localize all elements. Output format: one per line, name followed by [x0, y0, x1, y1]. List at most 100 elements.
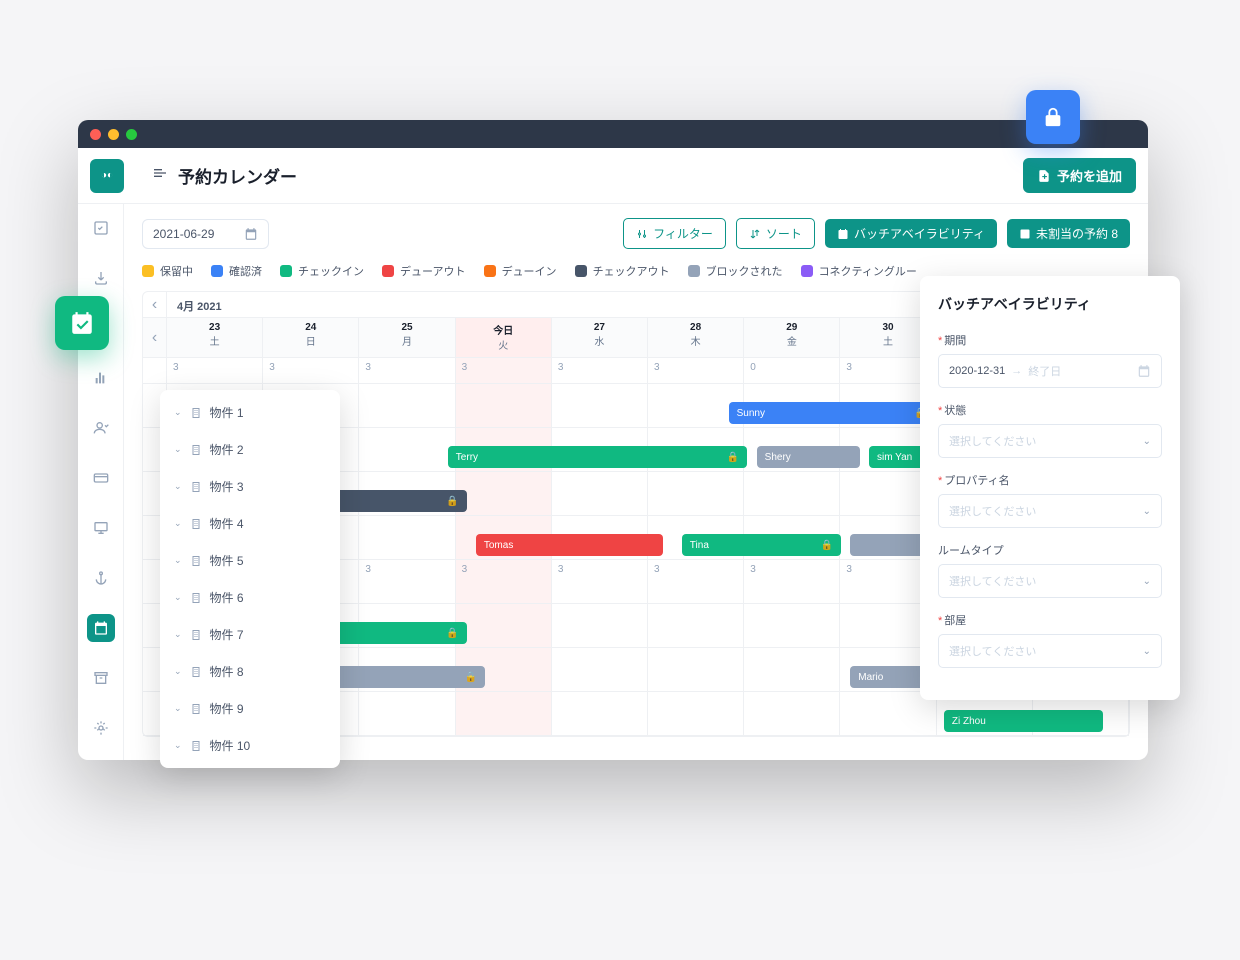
calendar-cell[interactable]: [359, 692, 455, 735]
calendar-cell[interactable]: [456, 384, 552, 427]
menu-toggle-icon[interactable]: [152, 165, 168, 186]
calendar-cell[interactable]: 3: [456, 560, 552, 603]
day-header[interactable]: 28木: [648, 318, 744, 357]
sidebar-item-dashboard[interactable]: [87, 214, 115, 242]
booking-bar[interactable]: Zi Zhou: [944, 710, 1103, 732]
count-cell: 3: [648, 358, 744, 383]
calendar-cell[interactable]: [456, 472, 552, 515]
property-item[interactable]: ⌄物件 9: [160, 690, 340, 727]
calendar-cell[interactable]: [552, 648, 648, 691]
calendar-cell[interactable]: [359, 516, 455, 559]
property-item[interactable]: ⌄物件 2: [160, 431, 340, 468]
booking-bar[interactable]: Tomas: [476, 534, 663, 556]
sidebar-item-anchor[interactable]: [87, 564, 115, 592]
sort-button[interactable]: ソート: [736, 218, 815, 249]
calendar-cell[interactable]: 3: [744, 560, 840, 603]
sidebar-item-payments[interactable]: [87, 464, 115, 492]
property-select[interactable]: 選択してください ⌄: [938, 494, 1162, 528]
count-cell: 0: [744, 358, 840, 383]
calendar-cell[interactable]: [744, 472, 840, 515]
legend-item: デューイン: [484, 263, 557, 279]
day-header[interactable]: 25月: [359, 318, 455, 357]
calendar-cell[interactable]: [744, 648, 840, 691]
filter-button[interactable]: フィルター: [623, 218, 726, 249]
day-header[interactable]: 23土: [167, 318, 263, 357]
calendar-cell[interactable]: [552, 692, 648, 735]
calendar-cell[interactable]: [456, 604, 552, 647]
calendar-cell[interactable]: [648, 692, 744, 735]
calendar-icon: [244, 227, 258, 241]
prev-month-button[interactable]: ‹: [143, 292, 167, 317]
calendar-cell[interactable]: [552, 604, 648, 647]
calendar-cell[interactable]: [648, 604, 744, 647]
property-item[interactable]: ⌄物件 10: [160, 727, 340, 764]
room-select[interactable]: 選択してください ⌄: [938, 634, 1162, 668]
day-header[interactable]: 今日火: [456, 318, 552, 357]
property-item[interactable]: ⌄物件 5: [160, 542, 340, 579]
property-item[interactable]: ⌄物件 8: [160, 653, 340, 690]
calendar-cell[interactable]: [840, 692, 936, 735]
sidebar-item-archive[interactable]: [87, 664, 115, 692]
day-header[interactable]: 29金: [744, 318, 840, 357]
day-header[interactable]: 24日: [263, 318, 359, 357]
close-dot[interactable]: [90, 129, 101, 140]
maximize-dot[interactable]: [126, 129, 137, 140]
calendar-cell[interactable]: [744, 692, 840, 735]
booking-bar[interactable]: Shery: [757, 446, 860, 468]
calendar-cell[interactable]: [359, 384, 455, 427]
chevron-down-icon: ⌄: [174, 740, 182, 751]
calendar-cell[interactable]: 3: [359, 560, 455, 603]
sidebar-item-calendar[interactable]: [87, 614, 115, 642]
sidebar-item-settings[interactable]: [87, 714, 115, 742]
property-item[interactable]: ⌄物件 7: [160, 616, 340, 653]
sidebar-item-guests[interactable]: [87, 414, 115, 442]
room-label: *部屋: [938, 612, 1162, 628]
lock-icon: 🔒: [727, 452, 739, 463]
period-input[interactable]: 2020-12-31 → 終了日: [938, 354, 1162, 388]
chevron-down-icon: ⌄: [174, 703, 182, 714]
calendar-cell[interactable]: [456, 692, 552, 735]
day-header[interactable]: 27水: [552, 318, 648, 357]
property-item[interactable]: ⌄物件 4: [160, 505, 340, 542]
filter-icon: [636, 228, 648, 240]
sidebar-item-display[interactable]: [87, 514, 115, 542]
booking-bar[interactable]: Sunny🔒: [729, 402, 935, 424]
booking-bar[interactable]: Tina🔒: [682, 534, 841, 556]
roomtype-select[interactable]: 選択してください ⌄: [938, 564, 1162, 598]
month-label-left: 4月 2021: [167, 292, 924, 317]
legend-item: 保留中: [142, 263, 193, 279]
legend-swatch: [382, 265, 394, 277]
unassigned-button[interactable]: 未割当の予約 8: [1007, 219, 1130, 248]
property-item[interactable]: ⌄物件 1: [160, 394, 340, 431]
calendar-cell[interactable]: [648, 648, 744, 691]
count-cell: 3: [359, 358, 455, 383]
property-item[interactable]: ⌄物件 6: [160, 579, 340, 616]
calendar-cell[interactable]: 3: [648, 560, 744, 603]
chevron-down-icon: ⌄: [174, 555, 182, 566]
calendar-cell[interactable]: [359, 428, 455, 471]
calendar-cell[interactable]: 3: [552, 560, 648, 603]
calendar-cell[interactable]: [744, 604, 840, 647]
sidebar-item-inbox[interactable]: [87, 264, 115, 292]
calendar-cell[interactable]: [648, 472, 744, 515]
property-item[interactable]: ⌄物件 3: [160, 468, 340, 505]
count-cell: 3: [552, 358, 648, 383]
app-logo[interactable]: ◑◐: [90, 159, 124, 193]
minimize-dot[interactable]: [108, 129, 119, 140]
legend-item: ブロックされた: [688, 263, 783, 279]
state-select[interactable]: 選択してください ⌄: [938, 424, 1162, 458]
batch-availability-button[interactable]: バッチアベイラビリティ: [825, 219, 997, 248]
add-icon: [1037, 169, 1051, 183]
building-icon: [190, 629, 202, 641]
sidebar-item-reports[interactable]: [87, 364, 115, 392]
prev-arrow[interactable]: ‹: [143, 318, 167, 357]
batch-icon: [837, 228, 849, 240]
calendar-cell[interactable]: [552, 472, 648, 515]
add-reservation-button[interactable]: 予約を追加: [1023, 158, 1136, 193]
chevron-down-icon: ⌄: [174, 518, 182, 529]
building-icon: [190, 518, 202, 530]
booking-bar[interactable]: Terry🔒: [448, 446, 748, 468]
list-icon: [1019, 228, 1031, 240]
date-picker[interactable]: 2021-06-29: [142, 219, 269, 249]
calendar-cell[interactable]: [552, 384, 648, 427]
